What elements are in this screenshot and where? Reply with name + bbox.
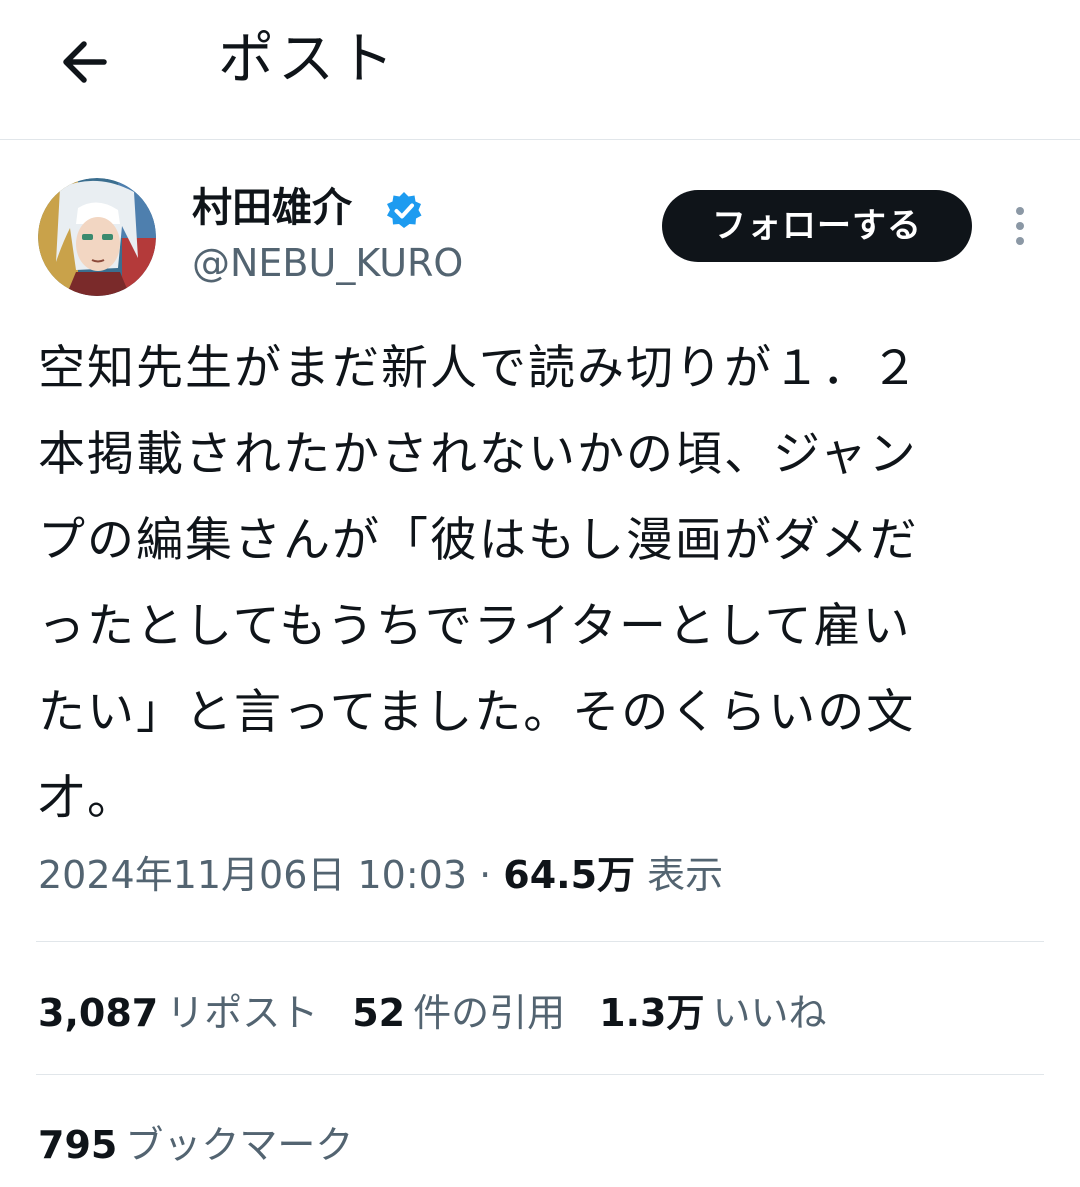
meta-separator: · (479, 853, 492, 897)
back-button[interactable] (50, 28, 118, 96)
arrow-left-icon (63, 41, 107, 83)
engagement-stats: 3,087 リポスト 52 件の引用 1.3万 いいね (38, 982, 860, 1044)
bookmarks-stat[interactable]: 795 ブックマーク (38, 1114, 353, 1176)
more-vertical-icon-dot (1016, 222, 1024, 230)
bookmarks-count: 795 (38, 1123, 118, 1167)
quotes-label: 件の引用 (413, 991, 566, 1035)
page-title: ポスト (218, 27, 398, 92)
tweet-text-line: 空知先生がまだ新人で読み切りが１．２ (38, 341, 920, 396)
tweet-text-line: プの編集さんが「彼はもし漫画がダメだ (38, 513, 919, 568)
follow-button[interactable]: フォローする (662, 190, 972, 262)
tweet-text: 空知先生がまだ新人で読み切りが１．２ 本掲載されたかされないかの頃、ジャン プの… (38, 326, 1018, 842)
likes-label: いいね (712, 991, 827, 1035)
display-name[interactable]: 村田雄介 (192, 180, 352, 236)
tweet-text-line: ったとしてもうちでライターとして雇い (38, 599, 912, 654)
more-vertical-icon-dot (1016, 237, 1024, 245)
views-count: 64.5万 (503, 853, 636, 897)
likes-count: 1.3万 (599, 991, 705, 1035)
more-vertical-icon (1016, 207, 1024, 215)
avatar[interactable] (38, 178, 156, 296)
tweet-text-line: 本掲載されたかされないかの頃、ジャン (38, 427, 918, 482)
reposts-stat[interactable]: 3,087 リポスト (38, 982, 318, 1044)
quotes-stat[interactable]: 52 件の引用 (352, 982, 565, 1044)
avatar-image (38, 178, 156, 296)
reposts-label: リポスト (166, 991, 319, 1035)
more-options-button[interactable] (1000, 200, 1040, 252)
divider (36, 1074, 1044, 1075)
verified-badge-icon (387, 192, 422, 228)
timestamp[interactable]: 2024年11月06日 10:03 (38, 853, 467, 897)
top-bar: ポスト (0, 0, 1080, 140)
likes-stat[interactable]: 1.3万 いいね (599, 982, 826, 1044)
views-label: 表示 (647, 853, 724, 897)
reposts-count: 3,087 (38, 991, 159, 1035)
quotes-count: 52 (352, 991, 406, 1035)
bookmarks-label: ブックマーク (125, 1123, 354, 1167)
divider (36, 941, 1044, 942)
tweet-text-line: たい」と言ってました。そのくらいの文 (38, 685, 916, 740)
tweet-text-line: 才。 (38, 771, 136, 826)
user-handle[interactable]: @NEBU_KURO (192, 236, 463, 290)
tweet-meta: 2024年11月06日 10:03 · 64.5万 表示 (38, 846, 723, 904)
